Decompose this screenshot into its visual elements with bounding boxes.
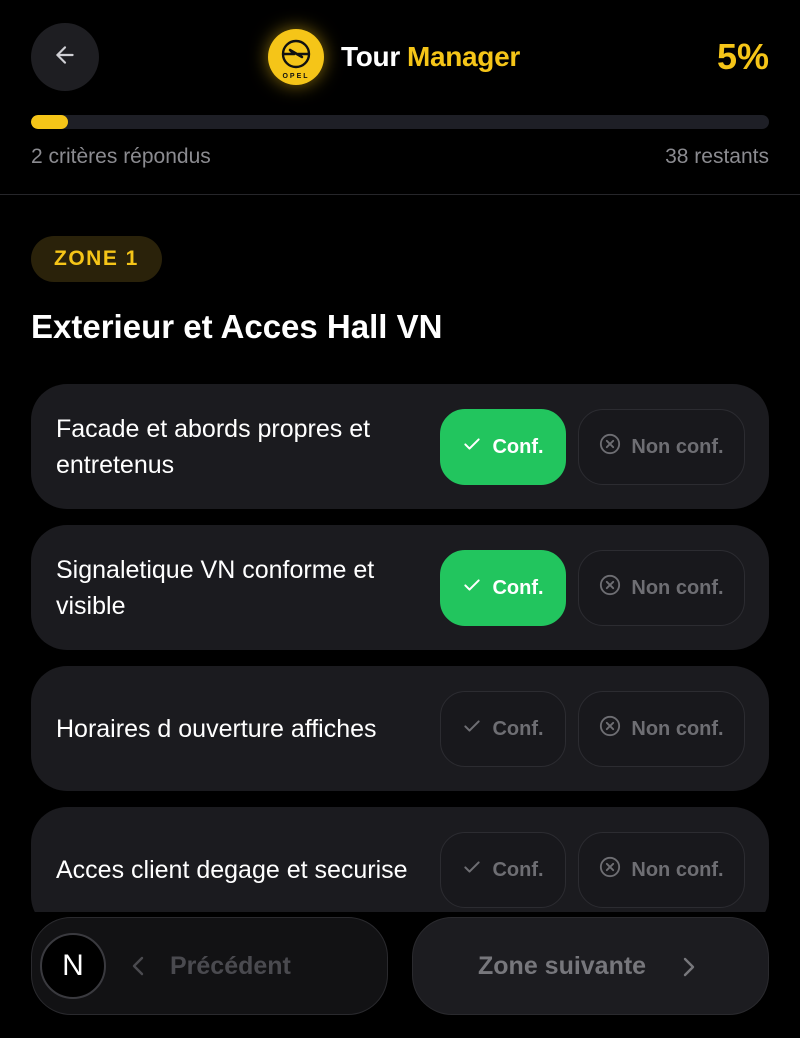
non-conf-label: Non conf.: [631, 576, 724, 599]
non-conf-button[interactable]: Non conf.: [578, 550, 745, 626]
circle-x-icon: [599, 574, 631, 602]
app-title-word-2: Manager: [406, 41, 520, 72]
check-icon: [462, 434, 492, 460]
back-button[interactable]: [31, 23, 99, 91]
criterion-label: Horaires d ouverture affiches: [56, 714, 377, 743]
criterion-card: Facade et abords propres et entretenus C…: [31, 384, 769, 509]
progress-bar: [31, 115, 769, 129]
zone-badge: ZONE 1: [31, 236, 162, 282]
non-conf-button[interactable]: Non conf.: [578, 832, 745, 908]
zone-title: Exterieur et Acces Hall VN: [31, 308, 443, 345]
circle-x-icon: [599, 715, 631, 743]
answered-count: 2 critères répondus: [31, 145, 211, 168]
check-icon: [462, 575, 492, 601]
app-title: Tour Manager: [341, 41, 520, 73]
circle-x-icon: [599, 856, 631, 884]
conf-button[interactable]: Conf.: [440, 550, 566, 626]
next-zone-button[interactable]: Zone suivante: [412, 917, 769, 1015]
chevron-left-icon: [128, 954, 148, 983]
criterion-label: Signaletique VN conforme et visible: [56, 555, 375, 620]
check-icon: [462, 716, 492, 742]
opel-logo: OPEL: [268, 29, 324, 85]
app-title-word-1: Tour: [341, 41, 400, 72]
check-icon: [462, 857, 492, 883]
criterion-label: Facade et abords propres et entretenus: [56, 414, 371, 479]
logo-text: OPEL: [282, 73, 309, 80]
next-zone-label: Zone suivante: [478, 952, 647, 980]
circle-x-icon: [599, 433, 631, 461]
progress-percent: 5%: [716, 36, 769, 77]
arrow-left-icon: [52, 42, 78, 73]
criterion-label: Acces client degage et securise: [56, 855, 408, 884]
non-conf-label: Non conf.: [631, 435, 724, 458]
chevron-right-icon: [679, 955, 699, 984]
conf-label: Conf.: [492, 858, 544, 881]
criterion-card: Horaires d ouverture affiches Conf. Non …: [31, 666, 769, 791]
conf-label: Conf.: [492, 435, 544, 458]
brand: OPEL Tour Manager: [268, 29, 520, 85]
non-conf-label: Non conf.: [631, 858, 724, 881]
progress-bar-fill: [31, 115, 68, 129]
conf-button[interactable]: Conf.: [440, 691, 566, 767]
conf-button[interactable]: Conf.: [440, 832, 566, 908]
previous-label: Précédent: [170, 952, 291, 980]
header: OPEL Tour Manager 5% 2 critères répondus …: [0, 0, 800, 195]
conf-button[interactable]: Conf.: [440, 409, 566, 485]
criterion-card: Signaletique VN conforme et visible Conf…: [31, 525, 769, 650]
remaining-count: 38 restants: [665, 145, 769, 168]
non-conf-button[interactable]: Non conf.: [578, 691, 745, 767]
non-conf-button[interactable]: Non conf.: [578, 409, 745, 485]
non-conf-label: Non conf.: [631, 717, 724, 740]
conf-label: Conf.: [492, 717, 544, 740]
tour-manager-app: OPEL Tour Manager 5% 2 critères répondus …: [0, 0, 800, 1038]
conf-label: Conf.: [492, 576, 544, 599]
avatar[interactable]: N: [40, 933, 106, 999]
